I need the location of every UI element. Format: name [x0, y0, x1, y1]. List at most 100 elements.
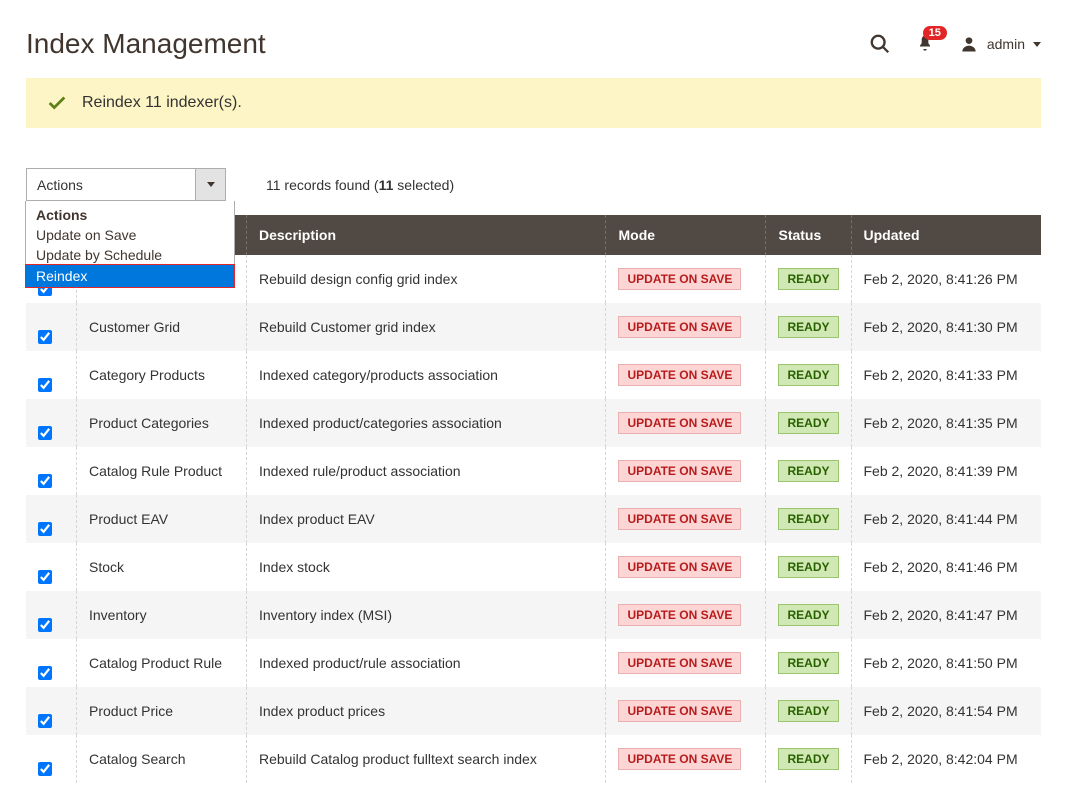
row-description: Inventory index (MSI)	[247, 591, 606, 639]
row-indexer: Product Price	[77, 687, 247, 735]
chevron-down-icon	[1033, 42, 1041, 47]
actions-arrow	[195, 169, 225, 200]
mode-badge: UPDATE ON SAVE	[618, 268, 741, 290]
dropdown-item[interactable]: Reindex	[25, 264, 235, 288]
row-checkbox-cell	[26, 303, 77, 351]
table-row: Product PriceIndex product prices UPDATE …	[26, 687, 1041, 735]
status-badge: READY	[778, 652, 838, 674]
status-badge: READY	[778, 604, 838, 626]
row-updated: Feb 2, 2020, 8:41:33 PM	[851, 351, 1041, 399]
success-message-text: Reindex 11 indexer(s).	[82, 94, 242, 112]
row-mode: UPDATE ON SAVE	[606, 495, 766, 543]
row-indexer: Catalog Product Rule	[77, 639, 247, 687]
status-badge: READY	[778, 268, 838, 290]
records-count: 11 records found (11 selected)	[266, 177, 454, 193]
row-indexer: Product Categories	[77, 399, 247, 447]
table-row: Catalog Product RuleIndexed product/rule…	[26, 639, 1041, 687]
row-checkbox-cell	[26, 399, 77, 447]
row-description: Rebuild Customer grid index	[247, 303, 606, 351]
row-indexer: Catalog Search	[77, 735, 247, 783]
actions-select[interactable]: Actions Actions Update on SaveUpdate by …	[26, 168, 226, 201]
user-icon	[959, 34, 979, 54]
row-checkbox-cell	[26, 591, 77, 639]
row-checkbox[interactable]	[38, 666, 52, 680]
table-row: Product EAVIndex product EAVUPDATE ON SA…	[26, 495, 1041, 543]
row-description: Rebuild design config grid index	[247, 255, 606, 303]
actions-select-button[interactable]: Actions	[26, 168, 226, 201]
row-checkbox-cell	[26, 495, 77, 543]
mode-badge: UPDATE ON SAVE	[618, 604, 741, 626]
row-checkbox[interactable]	[38, 426, 52, 440]
mode-badge: UPDATE ON SAVE	[618, 364, 741, 386]
row-checkbox[interactable]	[38, 714, 52, 728]
row-updated: Feb 2, 2020, 8:41:30 PM	[851, 303, 1041, 351]
row-status: READY	[766, 687, 851, 735]
row-indexer: Inventory	[77, 591, 247, 639]
row-checkbox[interactable]	[38, 618, 52, 632]
row-updated: Feb 2, 2020, 8:41:50 PM	[851, 639, 1041, 687]
admin-menu-button[interactable]: admin	[959, 34, 1041, 54]
col-status[interactable]: Status	[766, 215, 851, 255]
row-status: READY	[766, 735, 851, 783]
dropdown-item[interactable]: Update on Save	[26, 225, 234, 245]
row-status: READY	[766, 351, 851, 399]
row-updated: Feb 2, 2020, 8:41:39 PM	[851, 447, 1041, 495]
row-checkbox[interactable]	[38, 762, 52, 776]
mode-badge: UPDATE ON SAVE	[618, 700, 741, 722]
status-badge: READY	[778, 412, 838, 434]
row-indexer: Category Products	[77, 351, 247, 399]
admin-username: admin	[987, 36, 1025, 52]
row-mode: UPDATE ON SAVE	[606, 399, 766, 447]
row-updated: Feb 2, 2020, 8:41:35 PM	[851, 399, 1041, 447]
row-status: READY	[766, 591, 851, 639]
page-header: Index Management 15 admin	[26, 0, 1041, 78]
row-checkbox[interactable]	[38, 474, 52, 488]
col-description[interactable]: Description	[247, 215, 606, 255]
notifications-button[interactable]: 15	[915, 34, 935, 54]
row-description: Index product prices	[247, 687, 606, 735]
row-checkbox[interactable]	[38, 330, 52, 344]
table-row: Product CategoriesIndexed product/catego…	[26, 399, 1041, 447]
row-mode: UPDATE ON SAVE	[606, 591, 766, 639]
header-icons: 15 admin	[869, 33, 1041, 55]
page-title: Index Management	[26, 28, 266, 60]
row-checkbox[interactable]	[38, 570, 52, 584]
row-status: READY	[766, 543, 851, 591]
row-updated: Feb 2, 2020, 8:42:04 PM	[851, 735, 1041, 783]
row-updated: Feb 2, 2020, 8:41:47 PM	[851, 591, 1041, 639]
dropdown-header: Actions	[26, 201, 234, 225]
check-icon	[46, 92, 68, 114]
mode-badge: UPDATE ON SAVE	[618, 316, 741, 338]
row-checkbox[interactable]	[38, 522, 52, 536]
row-updated: Feb 2, 2020, 8:41:44 PM	[851, 495, 1041, 543]
row-indexer: Stock	[77, 543, 247, 591]
mode-badge: UPDATE ON SAVE	[618, 412, 741, 434]
mode-badge: UPDATE ON SAVE	[618, 508, 741, 530]
mode-badge: UPDATE ON SAVE	[618, 556, 741, 578]
dropdown-item[interactable]: Update by Schedule	[26, 245, 234, 265]
status-badge: READY	[778, 700, 838, 722]
search-button[interactable]	[869, 33, 891, 55]
actions-dropdown: Actions Update on SaveUpdate by Schedule…	[25, 201, 235, 288]
row-updated: Feb 2, 2020, 8:41:26 PM	[851, 255, 1041, 303]
table-row: StockIndex stockUPDATE ON SAVEREADYFeb 2…	[26, 543, 1041, 591]
mode-badge: UPDATE ON SAVE	[618, 460, 741, 482]
row-checkbox-cell	[26, 639, 77, 687]
col-updated[interactable]: Updated	[851, 215, 1041, 255]
row-checkbox[interactable]	[38, 378, 52, 392]
col-mode[interactable]: Mode	[606, 215, 766, 255]
row-description: Indexed product/categories association	[247, 399, 606, 447]
row-description: Rebuild Catalog product fulltext search …	[247, 735, 606, 783]
row-status: READY	[766, 399, 851, 447]
row-checkbox-cell	[26, 351, 77, 399]
row-description: Indexed product/rule association	[247, 639, 606, 687]
row-updated: Feb 2, 2020, 8:41:46 PM	[851, 543, 1041, 591]
row-description: Indexed category/products association	[247, 351, 606, 399]
row-mode: UPDATE ON SAVE	[606, 447, 766, 495]
row-description: Index product EAV	[247, 495, 606, 543]
toolbar: Actions Actions Update on SaveUpdate by …	[26, 168, 1041, 201]
row-mode: UPDATE ON SAVE	[606, 543, 766, 591]
row-status: READY	[766, 447, 851, 495]
row-status: READY	[766, 639, 851, 687]
search-icon	[869, 33, 891, 55]
